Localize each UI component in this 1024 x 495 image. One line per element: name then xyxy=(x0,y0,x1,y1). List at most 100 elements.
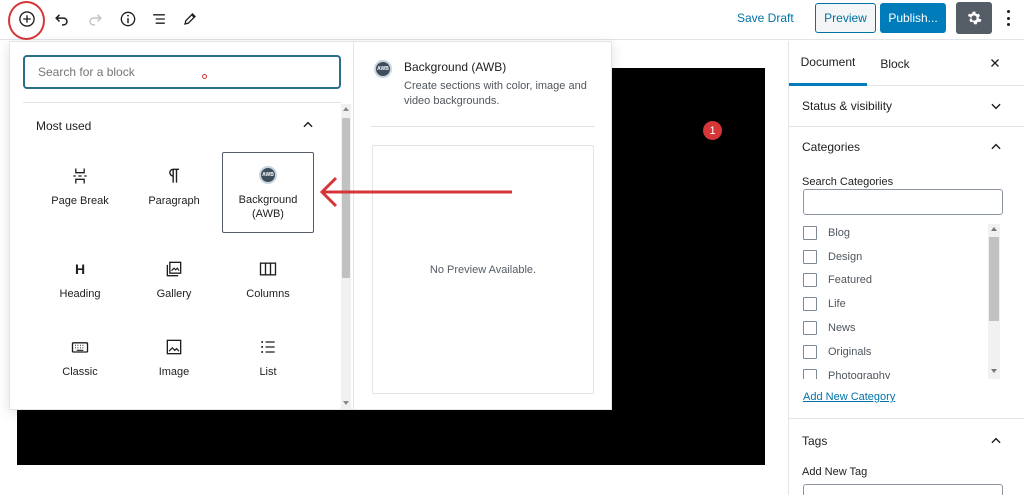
block-item-gallery[interactable]: Gallery xyxy=(128,247,220,327)
more-menu-button[interactable] xyxy=(1000,7,1016,29)
category-item-news[interactable]: News xyxy=(803,318,856,338)
block-label: Background (AWB) xyxy=(238,194,298,220)
keyboard-icon xyxy=(71,342,89,353)
divider xyxy=(23,102,341,103)
category-item-featured[interactable]: Featured xyxy=(803,270,872,290)
add-new-category-link[interactable]: Add New Category xyxy=(803,391,895,403)
block-label: Gallery xyxy=(156,288,192,300)
chevron-down-icon xyxy=(991,103,1001,110)
block-label: Image xyxy=(158,366,190,378)
dot-icon xyxy=(1006,10,1010,13)
tab-block[interactable]: Block xyxy=(869,41,921,86)
scroll-up-arrow-icon[interactable] xyxy=(343,107,349,111)
search-categories-input[interactable] xyxy=(803,189,1003,215)
preview-title: Background (AWB) xyxy=(404,60,507,74)
block-preview-panel: AWB Background (AWB) Create sections wit… xyxy=(355,42,611,409)
category-label: Featured xyxy=(828,274,873,286)
list-view-icon xyxy=(153,14,165,24)
block-item-heading[interactable]: H Heading xyxy=(34,247,126,327)
panel-title: Status & visibility xyxy=(802,99,893,113)
category-item-blog[interactable]: Blog xyxy=(803,223,850,243)
block-item-paragraph[interactable]: Paragraph xyxy=(128,154,220,234)
undo-icon xyxy=(55,14,68,26)
panel-title: Categories xyxy=(802,140,861,154)
sidebar-tabs: Document Block xyxy=(789,41,1024,86)
category-item-design[interactable]: Design xyxy=(803,247,862,267)
chevron-up-icon xyxy=(991,437,1001,444)
add-new-tag-input[interactable] xyxy=(803,484,1003,495)
block-label: Heading xyxy=(59,288,101,300)
category-label: Blog xyxy=(828,227,851,239)
cursor-marker xyxy=(202,74,207,79)
block-label: Columns xyxy=(246,288,290,300)
block-label: Paragraph xyxy=(148,195,200,207)
block-search-input[interactable]: Search for a block xyxy=(23,55,341,89)
divider xyxy=(371,126,595,127)
tools-button[interactable] xyxy=(177,6,203,32)
panel-title: Tags xyxy=(802,434,828,448)
block-inserter-popover: Search for a block Most used Page Break … xyxy=(9,41,612,410)
category-checklist: Blog Design Featured Life News Originals… xyxy=(803,223,1003,379)
heading-icon: H xyxy=(74,261,86,277)
checkbox[interactable] xyxy=(803,226,817,240)
awb-icon: AWB xyxy=(259,166,277,184)
categories-panel-header[interactable]: Categories xyxy=(789,127,1024,168)
search-categories-label: Search Categories xyxy=(802,176,894,188)
block-item-background-awb[interactable]: AWB Background (AWB) xyxy=(222,152,314,233)
checkbox[interactable] xyxy=(803,369,817,379)
scroll-up-arrow-icon[interactable] xyxy=(991,227,997,231)
checkbox[interactable] xyxy=(803,273,817,287)
category-item-originals[interactable]: Originals xyxy=(803,342,871,362)
notification-badge: 1 xyxy=(703,121,722,140)
preview-button[interactable]: Preview xyxy=(815,3,876,33)
category-label: Originals xyxy=(828,346,872,358)
inserter-block-list: Search for a block Most used Page Break … xyxy=(10,42,354,409)
content-info-button[interactable] xyxy=(115,6,141,32)
checkbox[interactable] xyxy=(803,297,817,311)
scroll-down-arrow-icon[interactable] xyxy=(343,401,349,405)
gallery-icon xyxy=(166,261,182,277)
highlight-circle xyxy=(8,1,45,40)
tab-document[interactable]: Document xyxy=(789,41,867,86)
annotation-arrow-icon xyxy=(319,176,512,208)
block-item-image[interactable]: Image xyxy=(128,325,220,405)
paragraph-icon xyxy=(169,168,179,183)
settings-button[interactable] xyxy=(956,2,992,34)
columns-icon xyxy=(259,262,277,276)
block-item-page-break[interactable]: Page Break xyxy=(34,154,126,234)
list-icon xyxy=(261,341,275,353)
close-icon[interactable] xyxy=(988,56,1002,70)
chevron-up-icon xyxy=(991,143,1001,150)
category-label: Photography xyxy=(828,370,891,379)
checkbox[interactable] xyxy=(803,321,817,335)
checkbox[interactable] xyxy=(803,345,817,359)
block-item-classic[interactable]: Classic xyxy=(34,325,126,405)
info-icon xyxy=(120,11,136,27)
category-label: Life xyxy=(828,298,846,310)
redo-icon xyxy=(89,14,102,26)
image-icon xyxy=(166,339,182,355)
undo-button[interactable] xyxy=(49,6,75,32)
dot-icon xyxy=(1006,16,1010,20)
most-used-heading: Most used xyxy=(36,119,92,133)
editor-toolbar: Save Draft Preview Publish... xyxy=(0,0,1024,40)
category-item-photography[interactable]: Photography xyxy=(803,366,890,379)
save-draft-button[interactable]: Save Draft xyxy=(737,11,794,25)
no-preview-text: No Preview Available. xyxy=(429,263,537,276)
category-scrollbar-thumb[interactable] xyxy=(989,237,999,321)
awb-icon: AWB xyxy=(374,60,392,78)
tags-panel-header[interactable]: Tags xyxy=(789,418,1024,459)
status-visibility-panel[interactable]: Status & visibility xyxy=(789,86,1024,127)
publish-button[interactable]: Publish... xyxy=(880,3,946,33)
chevron-up-icon[interactable] xyxy=(301,118,315,132)
settings-sidebar: Document Block Status & visibility Categ… xyxy=(788,41,1024,495)
block-item-list[interactable]: List xyxy=(222,325,314,405)
block-item-columns[interactable]: Columns xyxy=(222,247,314,327)
checkbox[interactable] xyxy=(803,250,817,264)
add-new-tag-label: Add New Tag xyxy=(802,466,868,478)
category-item-life[interactable]: Life xyxy=(803,294,846,314)
redo-button[interactable] xyxy=(82,6,108,32)
block-label: Page Break xyxy=(51,195,109,207)
block-navigation-button[interactable] xyxy=(146,6,172,32)
scroll-down-arrow-icon[interactable] xyxy=(991,369,997,373)
